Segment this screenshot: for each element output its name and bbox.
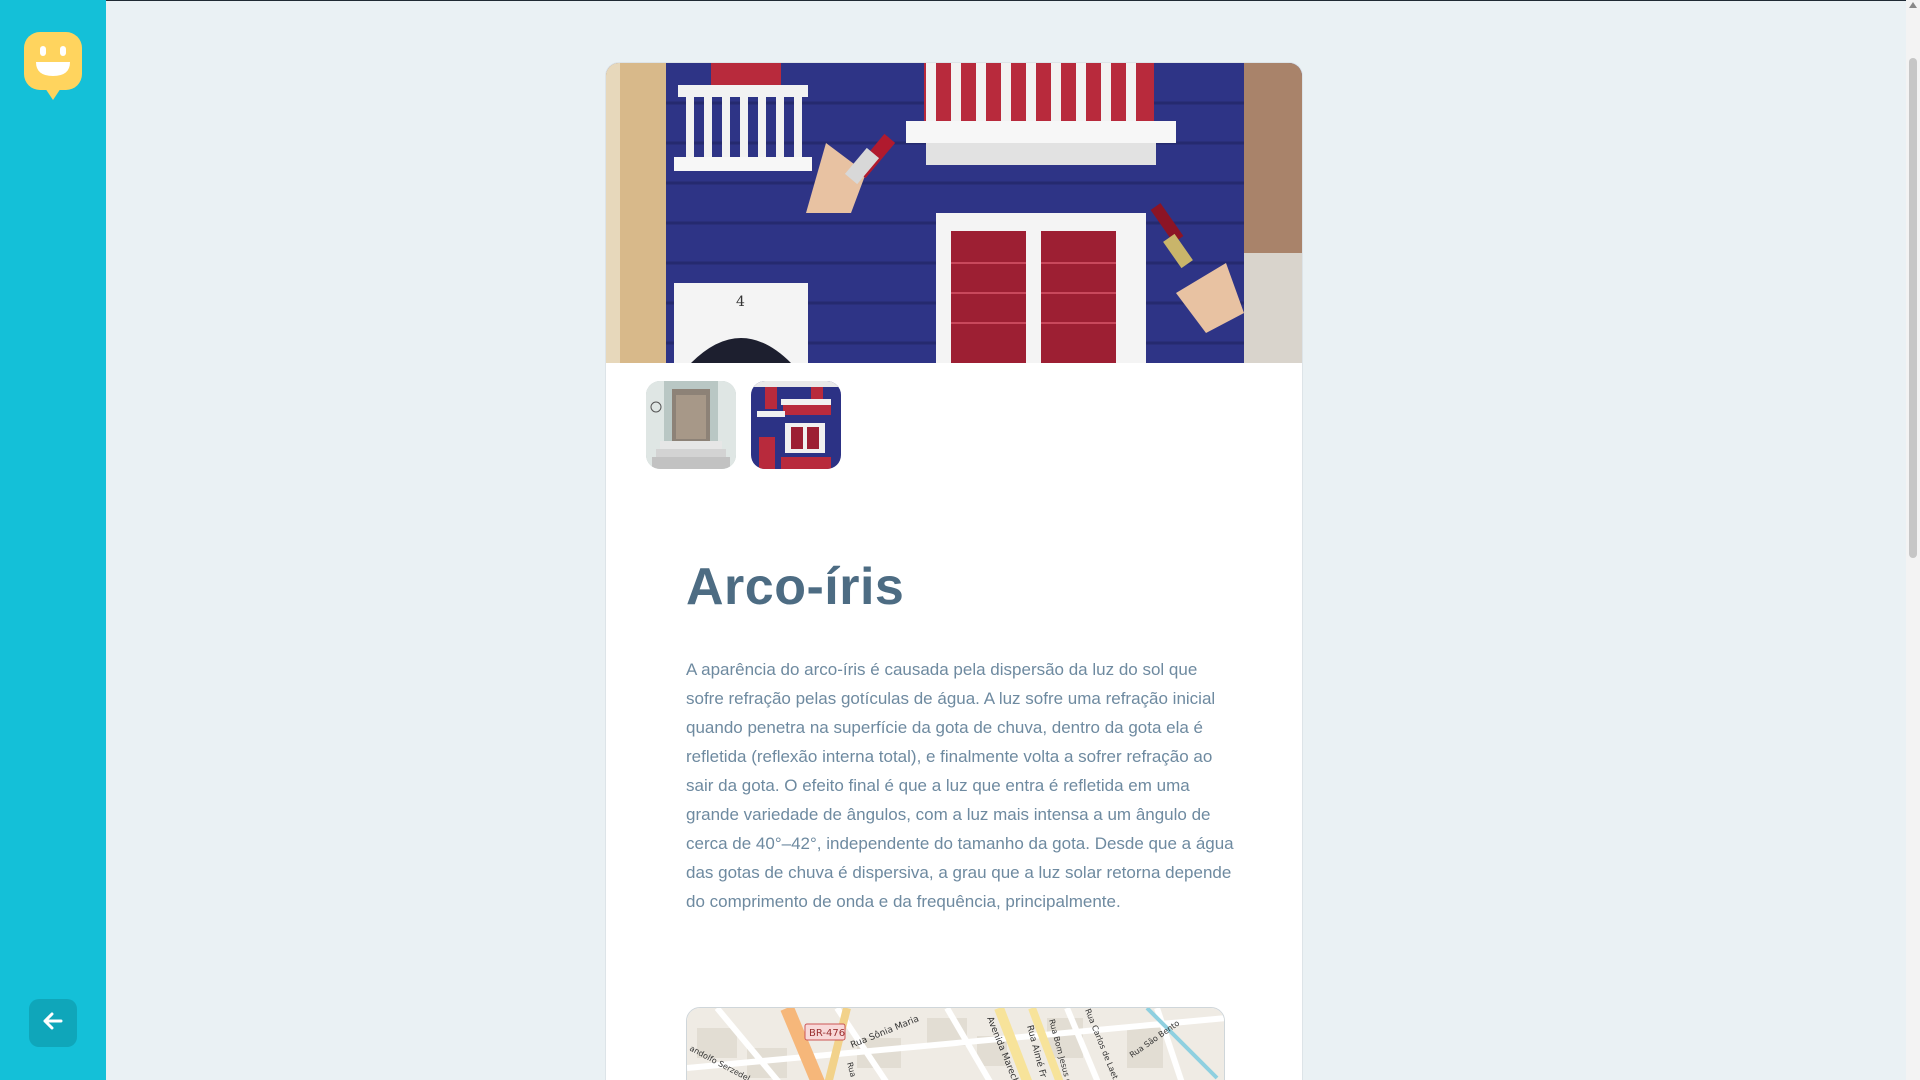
hero-image: 4 (606, 63, 1302, 363)
gallery-thumbnail[interactable] (751, 381, 841, 469)
map-label: BR-476 (809, 1028, 845, 1039)
back-button[interactable] (29, 999, 77, 1047)
scrollbar-thumb[interactable] (1909, 58, 1917, 558)
location-map[interactable]: BR-476 Rua Sônia Maria Avenida Marechal … (686, 1007, 1225, 1080)
sidebar (0, 0, 106, 1080)
article-card: 4 Arco-íris A aparência do arco-íris é c… (605, 62, 1303, 1080)
smiley-chat-icon[interactable] (24, 32, 82, 102)
page-scrollbar[interactable] (1906, 0, 1920, 1080)
scroll-up-icon[interactable] (1909, 2, 1917, 8)
article-title: Arco-íris (686, 558, 905, 616)
arrow-left-icon (43, 1012, 63, 1034)
article-body: A aparência do arco-íris é causada pela … (686, 660, 1234, 911)
svg-text:4: 4 (736, 294, 745, 310)
gallery-thumbnail[interactable] (646, 381, 736, 469)
window-top-border (0, 0, 1920, 1)
